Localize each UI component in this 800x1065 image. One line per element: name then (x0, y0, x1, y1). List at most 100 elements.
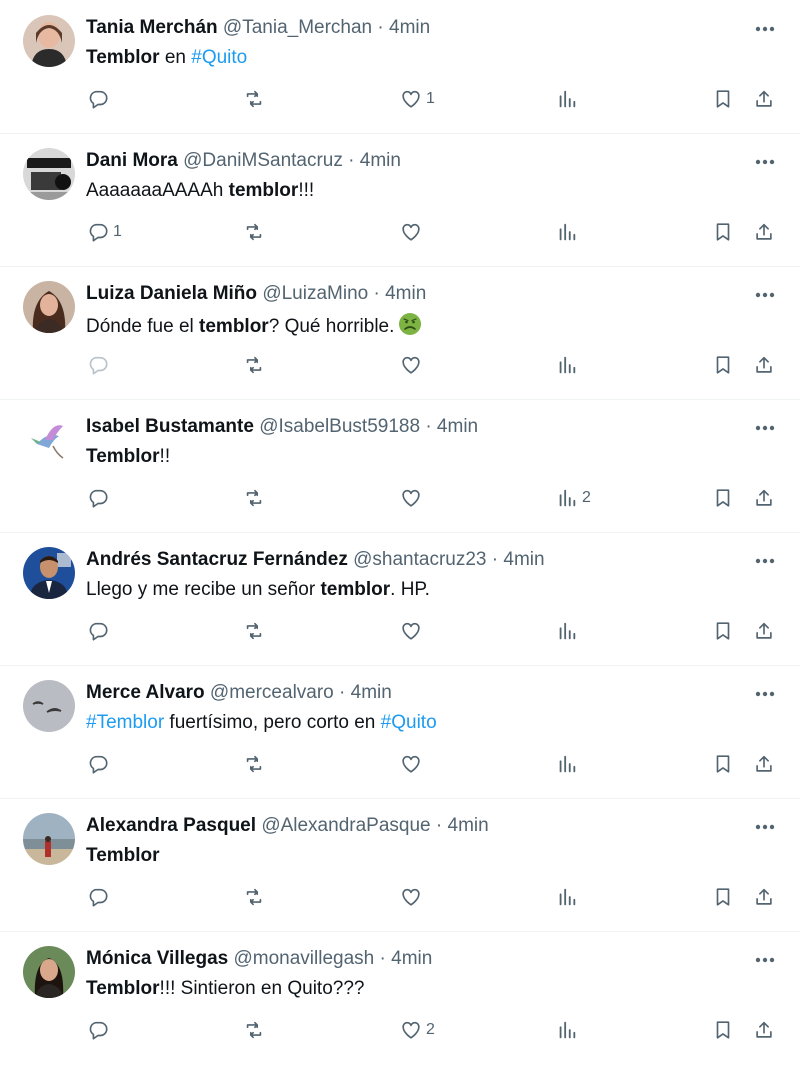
timestamp[interactable]: 4min (385, 283, 426, 304)
bookmark-button[interactable] (712, 217, 734, 247)
views-button[interactable] (556, 749, 582, 779)
bookmark-button[interactable] (712, 350, 734, 380)
tweet[interactable]: Mónica Villegas @monavillegash · 4min Te… (0, 931, 800, 1065)
display-name[interactable]: Alexandra Pasquel (86, 815, 256, 836)
bookmark-button[interactable] (712, 1015, 734, 1045)
views-button[interactable] (556, 350, 582, 380)
timestamp[interactable]: 4min (503, 549, 544, 570)
more-options-icon[interactable] (750, 20, 780, 38)
more-options-icon[interactable] (750, 419, 780, 437)
hashtag-link[interactable]: #Quito (381, 712, 437, 733)
like-button[interactable] (400, 749, 426, 779)
tweet[interactable]: Isabel Bustamante @IsabelBust59188 · 4mi… (0, 399, 800, 533)
user-handle[interactable]: @LuizaMino (262, 283, 368, 304)
display-name[interactable]: Tania Merchán (86, 17, 218, 38)
avatar[interactable] (23, 813, 75, 865)
avatar[interactable] (23, 15, 75, 67)
bookmark-button[interactable] (712, 882, 734, 912)
share-button[interactable] (753, 1015, 775, 1045)
views-button[interactable] (556, 1015, 582, 1045)
user-handle[interactable]: @mercealvaro (210, 682, 334, 703)
repost-button[interactable] (243, 749, 269, 779)
share-button[interactable] (753, 882, 775, 912)
display-name[interactable]: Isabel Bustamante (86, 416, 254, 437)
reply-button[interactable] (87, 882, 113, 912)
more-options-icon[interactable] (750, 552, 780, 570)
more-options-icon[interactable] (750, 818, 780, 836)
views-button[interactable] (556, 882, 582, 912)
share-button[interactable] (753, 483, 775, 513)
like-button[interactable] (400, 350, 426, 380)
tweet[interactable]: Andrés Santacruz Fernández @shantacruz23… (0, 532, 800, 666)
bookmark-button[interactable] (712, 84, 734, 114)
tweet[interactable]: Alexandra Pasquel @AlexandraPasque · 4mi… (0, 798, 800, 932)
share-button[interactable] (753, 749, 775, 779)
avatar[interactable] (23, 414, 75, 466)
avatar[interactable] (23, 281, 75, 333)
like-button[interactable]: 1 (400, 84, 435, 114)
like-button[interactable] (400, 882, 426, 912)
repost-button[interactable] (243, 483, 269, 513)
bookmark-button[interactable] (712, 483, 734, 513)
timestamp[interactable]: 4min (437, 416, 478, 437)
like-button[interactable] (400, 616, 426, 646)
views-button[interactable] (556, 616, 582, 646)
views-button[interactable] (556, 84, 582, 114)
bookmark-button[interactable] (712, 749, 734, 779)
reply-button[interactable] (87, 84, 113, 114)
repost-button[interactable] (243, 84, 269, 114)
more-options-icon[interactable] (750, 153, 780, 171)
avatar[interactable] (23, 946, 75, 998)
avatar[interactable] (23, 148, 75, 200)
repost-button[interactable] (243, 882, 269, 912)
tweet[interactable]: Tania Merchán @Tania_Merchan · 4min Temb… (0, 0, 800, 134)
repost-button[interactable] (243, 350, 269, 380)
user-handle[interactable]: @AlexandraPasque (261, 815, 430, 836)
bookmark-button[interactable] (712, 616, 734, 646)
user-handle[interactable]: @shantacruz23 (353, 549, 486, 570)
timestamp[interactable]: 4min (351, 682, 392, 703)
reply-button[interactable] (87, 1015, 113, 1045)
reply-button[interactable] (87, 483, 113, 513)
views-button[interactable]: 2 (556, 483, 591, 513)
more-options-icon[interactable] (750, 286, 780, 304)
user-handle[interactable]: @monavillegash (233, 948, 374, 969)
display-name[interactable]: Andrés Santacruz Fernández (86, 549, 348, 570)
like-button[interactable]: 2 (400, 1015, 435, 1045)
more-options-icon[interactable] (750, 685, 780, 703)
share-button[interactable] (753, 350, 775, 380)
share-button[interactable] (753, 84, 775, 114)
tweet[interactable]: Merce Alvaro @mercealvaro · 4min #Temblo… (0, 665, 800, 799)
user-handle[interactable]: @DaniMSantacruz (183, 150, 343, 171)
display-name[interactable]: Luiza Daniela Miño (86, 283, 257, 304)
hashtag-link[interactable]: #Temblor (86, 712, 164, 733)
avatar[interactable] (23, 680, 75, 732)
display-name[interactable]: Mónica Villegas (86, 948, 228, 969)
reply-button[interactable] (87, 749, 113, 779)
hashtag-link[interactable]: #Quito (191, 47, 247, 68)
timestamp[interactable]: 4min (391, 948, 432, 969)
display-name[interactable]: Merce Alvaro (86, 682, 205, 703)
tweet[interactable]: Luiza Daniela Miño @LuizaMino · 4min Dón… (0, 266, 800, 400)
reply-button[interactable] (87, 616, 113, 646)
like-button[interactable] (400, 217, 426, 247)
share-button[interactable] (753, 616, 775, 646)
reply-button[interactable] (87, 350, 113, 380)
more-options-icon[interactable] (750, 951, 780, 969)
tweet-text: Temblor!! (86, 445, 760, 469)
timestamp[interactable]: 4min (389, 17, 430, 38)
timestamp[interactable]: 4min (360, 150, 401, 171)
reply-button[interactable]: 1 (87, 217, 122, 247)
tweet[interactable]: Dani Mora @DaniMSantacruz · 4min Aaaaaaa… (0, 133, 800, 267)
repost-button[interactable] (243, 217, 269, 247)
views-button[interactable] (556, 217, 582, 247)
repost-button[interactable] (243, 616, 269, 646)
repost-button[interactable] (243, 1015, 269, 1045)
user-handle[interactable]: @Tania_Merchan (223, 17, 372, 38)
avatar[interactable] (23, 547, 75, 599)
share-button[interactable] (753, 217, 775, 247)
like-button[interactable] (400, 483, 426, 513)
timestamp[interactable]: 4min (448, 815, 489, 836)
user-handle[interactable]: @IsabelBust59188 (259, 416, 420, 437)
display-name[interactable]: Dani Mora (86, 150, 178, 171)
